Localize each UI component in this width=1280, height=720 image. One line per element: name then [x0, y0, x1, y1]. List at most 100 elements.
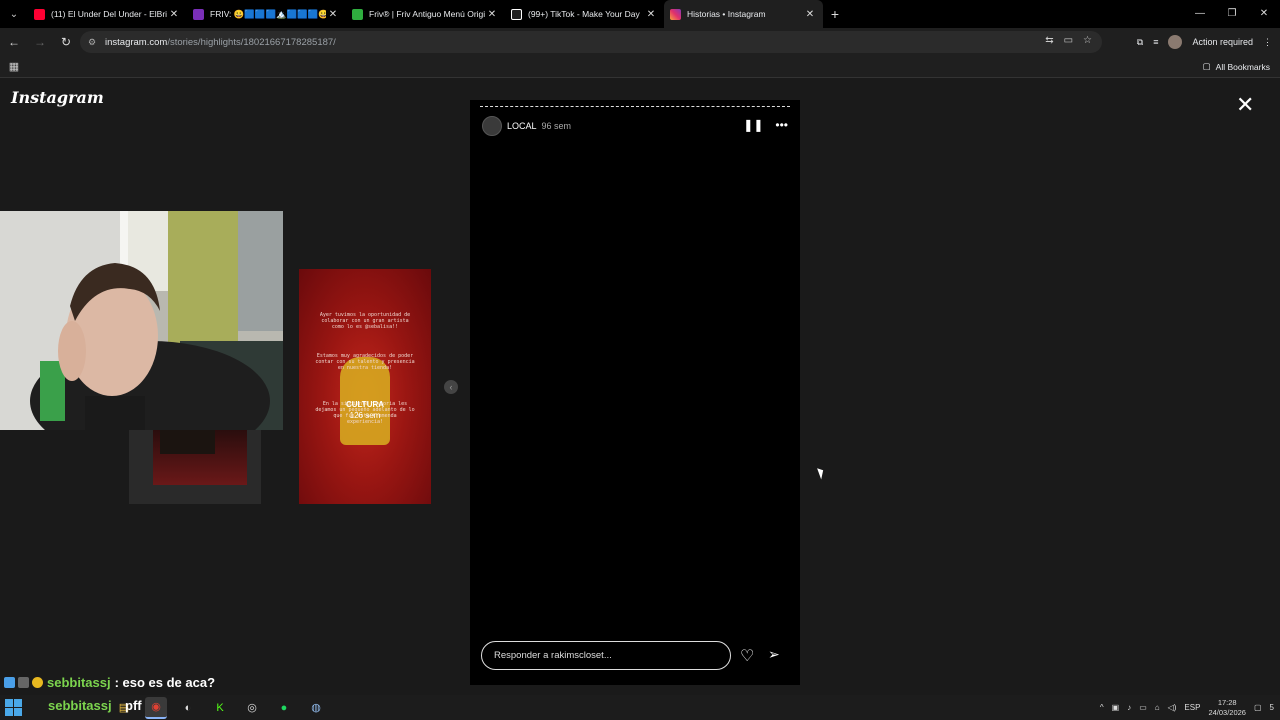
bookmark-star-icon[interactable]: ☆: [1083, 35, 1092, 46]
clock-time: 17:28: [1217, 697, 1237, 707]
close-stories-icon[interactable]: ✕: [1236, 94, 1254, 116]
chat-username: sebbitassj: [47, 674, 111, 690]
volume-icon[interactable]: ◁): [1168, 703, 1177, 712]
tab-friv-original[interactable]: Friv® | Friv Antiguo Menú Original ✕: [346, 0, 505, 28]
windows-start-icon[interactable]: [5, 698, 23, 717]
browser-toolbar: ← → ↻ ⚙ instagram.com /stories/highlight…: [0, 28, 1280, 56]
address-bar[interactable]: ⚙ instagram.com /stories/highlights/1802…: [80, 31, 1102, 53]
forward-icon[interactable]: →: [28, 30, 52, 54]
network-icon[interactable]: ⌂: [1155, 703, 1160, 712]
system-tray: ^ ▣ ♪ ▭ ⌂ ◁) ESP 17:28 24/03/2026 ▢ 5: [1100, 695, 1274, 720]
close-tab-icon[interactable]: ✕: [803, 9, 817, 20]
tab-instagram[interactable]: Historias • Instagram ✕: [664, 0, 823, 28]
close-tab-icon[interactable]: ✕: [644, 9, 658, 20]
close-tab-icon[interactable]: ✕: [167, 9, 181, 20]
language-indicator[interactable]: ESP: [1184, 703, 1200, 712]
new-tab-button[interactable]: +: [823, 6, 847, 22]
all-bookmarks-label: All Bookmarks: [1215, 61, 1270, 72]
story-thumbnail-figure: [160, 430, 215, 454]
webcam-overlay: [0, 211, 283, 430]
tab-tiktok[interactable]: (99+) TikTok - Make Your Day ✕: [505, 0, 664, 28]
obs-icon[interactable]: ◎: [241, 697, 263, 719]
pause-icon[interactable]: ❚❚: [743, 118, 763, 132]
extensions-icon[interactable]: ⧉: [1137, 37, 1143, 48]
more-options-icon[interactable]: •••: [775, 118, 788, 132]
windows-taskbar: ▤ ◉ ◐ K ◎ ● ◍ ^ ▣ ♪ ▭ ⌂ ◁) ESP 17:28 24/…: [0, 695, 1280, 720]
story-card-username: CULTURA: [345, 400, 385, 409]
tab-search-icon[interactable]: ⌄: [0, 0, 28, 28]
notification-count: 5: [1269, 703, 1274, 712]
chrome-icon[interactable]: ◉: [145, 696, 167, 719]
translate-icon[interactable]: ⇆: [1045, 35, 1053, 46]
profile-avatar[interactable]: [1168, 35, 1183, 49]
close-tab-icon[interactable]: ✕: [485, 9, 499, 20]
story-header: LOCAL 96 sem ❚❚ •••: [482, 116, 788, 136]
tab-title: Friv® | Friv Antiguo Menú Original: [369, 9, 485, 19]
tab-title: Historias • Instagram: [687, 9, 766, 19]
action-required-label[interactable]: Action required: [1192, 37, 1253, 47]
kick-icon[interactable]: K: [209, 697, 231, 719]
previous-story-arrow-icon[interactable]: ‹: [444, 380, 458, 394]
tab-title: FRIV: 😀🟦🟦🟦🏔️🟦🟦🟦😀: [210, 8, 326, 19]
previous-story-card[interactable]: [129, 430, 261, 504]
tab-friv[interactable]: FRIV: 😀🟦🟦🟦🏔️🟦🟦🟦😀 ✕: [187, 0, 346, 28]
folder-icon: ▢: [1202, 61, 1211, 71]
webcam-image: [0, 211, 283, 430]
story-card-time: 126 sem: [349, 411, 381, 420]
badge-icon: [18, 676, 29, 688]
reload-icon[interactable]: ↻: [54, 30, 78, 54]
instagram-stories-page: Instagram ✕ Ayer tuvimos la oportunidad …: [0, 79, 1280, 695]
browser-tab-bar: ⌄ (11) El Under Del Under - ElBrian ✕ FR…: [0, 0, 1280, 28]
story-username[interactable]: LOCAL: [507, 121, 537, 131]
badge-icon: [32, 676, 43, 688]
story-avatar[interactable]: [482, 116, 502, 136]
url-host: instagram.com: [105, 36, 168, 48]
back-icon[interactable]: ←: [2, 30, 26, 54]
url-path: /stories/highlights/18021667178285187/: [167, 36, 336, 48]
story-time: 96 sem: [541, 121, 572, 131]
cast-icon[interactable]: ▭: [1064, 35, 1073, 46]
clock[interactable]: 17:28 24/03/2026: [1208, 698, 1246, 718]
window-controls: — ❐ ✕: [1184, 0, 1280, 28]
badge-icon: [4, 676, 15, 688]
tiktok-icon: [511, 8, 522, 20]
all-bookmarks[interactable]: ▢ All Bookmarks: [1203, 61, 1270, 72]
story-card-text-top: Ayer tuvimos la oportunidad de colaborar…: [319, 312, 411, 330]
notifications-icon[interactable]: ▢: [1254, 703, 1262, 712]
microphone-icon[interactable]: ♪: [1127, 703, 1131, 712]
reply-input[interactable]: Responder a rakimscloset...: [481, 641, 731, 670]
tab-title: (99+) TikTok - Make Your Day: [528, 9, 640, 19]
tray-device-icon[interactable]: ▣: [1112, 703, 1120, 712]
send-icon[interactable]: ➢: [768, 646, 780, 663]
clock-date: 24/03/2026: [1208, 707, 1246, 717]
site-info-icon[interactable]: ⚙: [88, 37, 100, 48]
next-story-card[interactable]: Ayer tuvimos la oportunidad de colaborar…: [299, 269, 431, 504]
close-tab-icon[interactable]: ✕: [326, 9, 340, 20]
apps-grid-icon[interactable]: ▦: [2, 60, 26, 73]
overlay-username: sebbitassj: [48, 698, 112, 713]
overlay-text: pff: [125, 698, 142, 713]
minimize-icon[interactable]: —: [1184, 0, 1216, 28]
steam-icon[interactable]: ◍: [305, 697, 327, 719]
restore-icon[interactable]: ❐: [1216, 0, 1248, 28]
bookmarks-bar: ▦ ▢ All Bookmarks: [0, 56, 1280, 78]
display-icon[interactable]: ▭: [1139, 703, 1147, 712]
close-window-icon[interactable]: ✕: [1248, 0, 1280, 28]
friv-green-icon: [352, 8, 363, 20]
tab-youtube[interactable]: (11) El Under Del Under - ElBrian ✕: [28, 0, 187, 28]
spotify-icon[interactable]: ●: [273, 697, 295, 719]
heart-icon[interactable]: ♡: [740, 646, 754, 666]
instagram-logo[interactable]: Instagram: [11, 88, 104, 107]
chat-badges: [4, 676, 43, 688]
discord-icon[interactable]: ◐: [177, 697, 199, 719]
story-progress-bar: [480, 106, 790, 108]
friv-icon: [193, 8, 204, 20]
instagram-icon: [670, 8, 681, 20]
media-control-icon[interactable]: ≡: [1153, 37, 1158, 47]
stream-chat-line: sebbitassj : eso es de aca?: [0, 672, 260, 692]
story-viewer[interactable]: LOCAL 96 sem ❚❚ ••• Responder a rakimscl…: [470, 100, 800, 685]
chat-message: : eso es de aca?: [114, 674, 216, 690]
tray-expand-icon[interactable]: ^: [1100, 703, 1104, 712]
kebab-menu-icon[interactable]: ⋮: [1263, 37, 1272, 48]
tab-title: (11) El Under Del Under - ElBrian: [51, 9, 167, 19]
